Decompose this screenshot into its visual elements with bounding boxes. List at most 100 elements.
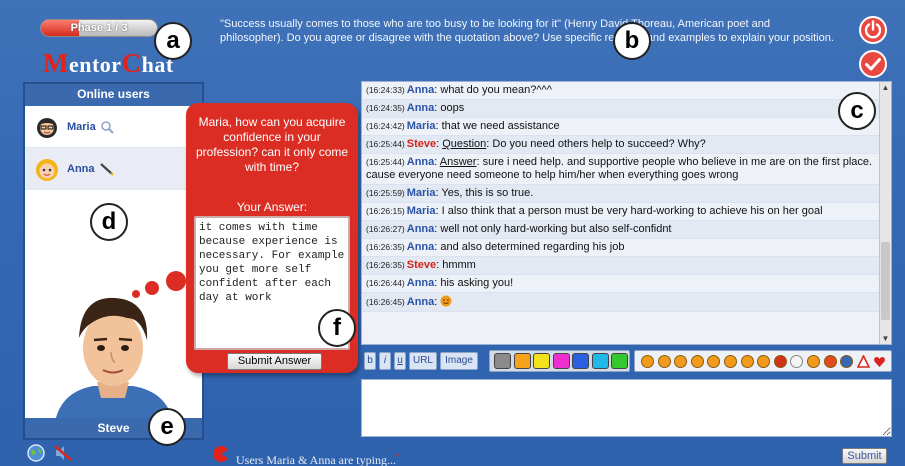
message-text: well not only hard-working but also self… bbox=[440, 223, 672, 235]
typing-status: Users Maria & Anna are typing...* bbox=[236, 452, 400, 466]
message-text: oops bbox=[440, 102, 465, 114]
message-list: (16:24:33) Anna: what do you mean?^^^ (16:… bbox=[362, 82, 891, 312]
message-timestamp: (16:26:45) bbox=[366, 297, 405, 307]
app-logo: MentorChat bbox=[43, 48, 174, 78]
chat-log[interactable]: (16:24:33) Anna: what do you mean?^^^ (16:… bbox=[361, 81, 892, 345]
lightbulb-emoji[interactable] bbox=[790, 355, 804, 368]
chat-message: (16:26:45) Anna: bbox=[362, 293, 891, 312]
angry-emoji[interactable] bbox=[757, 355, 771, 368]
message-text: what do you mean?^^^ bbox=[440, 84, 552, 96]
chat-message: (16:24:33) Anna: what do you mean?^^^ bbox=[362, 82, 891, 100]
message-speaker: Maria bbox=[406, 120, 436, 132]
message-timestamp: (16:24:33) bbox=[366, 85, 405, 95]
warning-emoji[interactable] bbox=[856, 354, 871, 368]
message-text: that we need assistance bbox=[441, 120, 560, 132]
message-speaker: Anna bbox=[406, 84, 435, 96]
message-timestamp: (16:26:44) bbox=[366, 278, 405, 288]
power-icon bbox=[864, 20, 882, 39]
message-text: hmmm bbox=[442, 259, 476, 271]
question-emoji[interactable] bbox=[840, 355, 854, 368]
message-speaker: Maria bbox=[406, 205, 436, 217]
emoticon-bar bbox=[634, 350, 892, 372]
sad-emoji[interactable] bbox=[657, 355, 671, 368]
url-button[interactable]: URL bbox=[409, 352, 437, 370]
message-text: Yes, this is so true. bbox=[441, 187, 534, 199]
agent-question-text: Maria, how can you acquire confidence in… bbox=[195, 115, 349, 174]
thought-bubble bbox=[132, 271, 186, 298]
color-swatch[interactable] bbox=[552, 353, 570, 369]
magnifier-icon bbox=[101, 120, 114, 134]
chat-message: (16:24:42) Maria: that we need assistance bbox=[362, 118, 891, 136]
message-timestamp: (16:26:27) bbox=[366, 224, 405, 234]
message-keyword: Answer bbox=[439, 156, 477, 168]
check-icon bbox=[865, 58, 881, 71]
typing-indicator-icon bbox=[213, 446, 228, 462]
message-timestamp: (16:26:35) bbox=[366, 260, 405, 270]
globe-icon[interactable] bbox=[27, 444, 45, 462]
user-name: Anna bbox=[67, 162, 95, 175]
chat-scrollbar[interactable]: ▲ ▼ bbox=[879, 82, 891, 344]
color-swatch[interactable] bbox=[572, 353, 589, 369]
scroll-down-icon[interactable]: ▼ bbox=[880, 334, 891, 343]
cool-emoji[interactable] bbox=[724, 355, 737, 368]
laugh-emoji[interactable] bbox=[674, 355, 688, 368]
user-item-maria[interactable]: Maria bbox=[25, 106, 202, 148]
message-input[interactable] bbox=[361, 379, 892, 437]
color-swatch[interactable] bbox=[513, 353, 531, 369]
answer-label: Your Answer: bbox=[236, 200, 308, 214]
scroll-thumb[interactable] bbox=[881, 242, 890, 320]
message-speaker: Anna bbox=[406, 102, 435, 114]
online-users-panel: Online users Maria Anna Steve bbox=[23, 82, 204, 440]
callout-b: b bbox=[613, 22, 651, 60]
chat-message: (16:26:27) Anna: well not only hard-worki… bbox=[362, 221, 891, 239]
image-button[interactable]: Image bbox=[440, 352, 478, 370]
message-speaker: Anna bbox=[406, 241, 435, 253]
message-timestamp: (16:24:42) bbox=[366, 121, 405, 131]
callout-c: c bbox=[838, 92, 876, 130]
devil-emoji[interactable] bbox=[773, 355, 787, 368]
exclaim-emoji[interactable] bbox=[823, 355, 837, 368]
online-users-title: Online users bbox=[25, 84, 202, 106]
pencil-icon bbox=[99, 162, 114, 176]
underline-button[interactable]: u bbox=[394, 352, 406, 370]
info-emoji[interactable] bbox=[807, 355, 820, 368]
wink-emoji[interactable] bbox=[707, 355, 721, 368]
submit-answer-button[interactable]: Submit Answer bbox=[227, 353, 322, 370]
color-swatch[interactable] bbox=[533, 353, 550, 369]
message-speaker: Steve bbox=[406, 259, 437, 271]
phase-label: Phase 1 / 3 bbox=[70, 22, 128, 34]
message-text: I also think that a person must be very … bbox=[441, 205, 823, 217]
no-sound-icon[interactable] bbox=[53, 444, 73, 462]
discussion-topic: "Success usually comes to those who are … bbox=[220, 18, 834, 44]
message-timestamp: (16:25:44) bbox=[366, 157, 405, 167]
italic-button[interactable]: i bbox=[379, 352, 391, 370]
finish-button[interactable] bbox=[859, 50, 887, 78]
callout-d: d bbox=[90, 203, 128, 241]
message-speaker: Anna bbox=[406, 156, 435, 168]
phase-progress-bar: Phase 1 / 3 bbox=[40, 19, 158, 37]
message-timestamp: (16:25:59) bbox=[366, 188, 405, 198]
message-text: Do you need others help to succeed? Why? bbox=[492, 138, 706, 150]
chat-message: (16:25:44) Steve: Question: Do you need o… bbox=[362, 136, 891, 154]
color-swatch[interactable] bbox=[494, 353, 511, 369]
smile-emoji[interactable] bbox=[641, 355, 654, 368]
scroll-up-icon[interactable]: ▲ bbox=[880, 83, 891, 92]
heart-emoji[interactable] bbox=[873, 355, 886, 368]
surprised-emoji[interactable] bbox=[740, 355, 754, 368]
submit-button[interactable]: Submit bbox=[842, 448, 887, 464]
bold-button[interactable]: b bbox=[364, 352, 376, 370]
typing-star: * bbox=[395, 452, 400, 461]
message-speaker: Anna bbox=[406, 296, 435, 308]
message-text: and also determined regarding his job bbox=[440, 241, 625, 253]
smiley-icon bbox=[440, 295, 452, 307]
user-item-anna[interactable]: Anna bbox=[25, 148, 202, 190]
chat-message: (16:25:59) Maria: Yes, this is so true. bbox=[362, 185, 891, 203]
tongue-emoji[interactable] bbox=[690, 355, 704, 368]
message-speaker: Maria bbox=[406, 187, 436, 199]
power-button[interactable] bbox=[859, 16, 887, 44]
message-speaker: Steve bbox=[406, 138, 437, 150]
color-swatch[interactable] bbox=[591, 353, 609, 369]
color-palette bbox=[489, 350, 630, 372]
message-timestamp: (16:25:44) bbox=[366, 139, 405, 149]
color-swatch[interactable] bbox=[611, 353, 628, 369]
